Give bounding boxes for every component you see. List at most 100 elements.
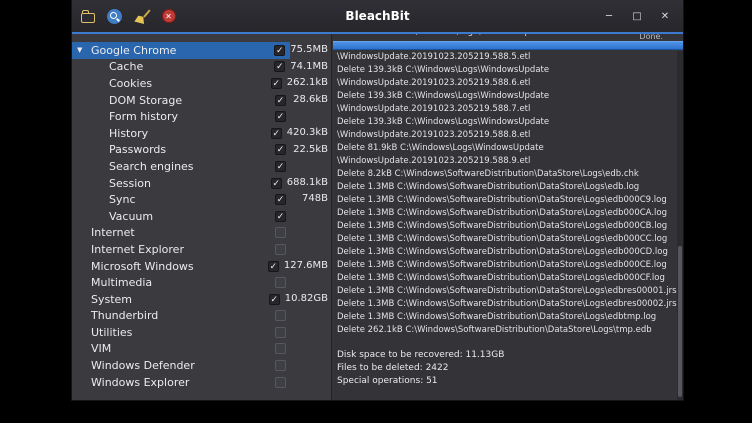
tree-item-size: 28.6kB xyxy=(291,92,331,109)
checkbox-passwords[interactable]: ✓ xyxy=(275,144,286,155)
checkbox-internet-explorer[interactable] xyxy=(275,244,286,255)
checkbox-sync[interactable]: ✓ xyxy=(275,194,286,205)
checkbox-search-engines[interactable]: ✓ xyxy=(275,161,286,172)
tree-item-label: Google Chrome xyxy=(91,44,176,57)
open-button[interactable] xyxy=(78,7,97,26)
log-line: Delete 8.2kB C:\Windows\SoftwareDistribu… xyxy=(332,168,683,181)
preview-button[interactable] xyxy=(105,7,124,26)
checkbox-cache[interactable]: ✓ xyxy=(274,61,285,72)
progress-accent-line xyxy=(72,32,683,34)
tree-row-session[interactable]: Session✓688.1kB xyxy=(72,175,331,192)
checkbox-multimedia[interactable] xyxy=(275,277,286,288)
tree-item-name-col: Windows Explorer xyxy=(72,374,291,391)
tree-row-vacuum[interactable]: Vacuum ✓ xyxy=(72,208,331,225)
tree-item-label: Utilities xyxy=(91,326,132,339)
tree-row-microsoft-windows[interactable]: Microsoft Windows ✓ 127.6MB xyxy=(72,258,331,275)
maximize-button[interactable]: □ xyxy=(623,11,651,22)
checkbox-dom-storage[interactable]: ✓ xyxy=(275,95,286,106)
tree-row-form-history[interactable]: Form history ✓ xyxy=(72,108,331,125)
checkbox-vacuum[interactable]: ✓ xyxy=(275,211,286,222)
checkbox-microsoft-windows[interactable]: ✓ xyxy=(268,261,279,272)
checkbox-windows-defender[interactable] xyxy=(275,360,286,371)
minimize-button[interactable]: ─ xyxy=(595,11,623,22)
tree-row-system[interactable]: System✓10.82GB xyxy=(72,291,331,308)
tree-item-size xyxy=(291,341,331,358)
tree-item-label: Microsoft Windows xyxy=(91,260,194,273)
tree-item-label: VIM xyxy=(91,342,111,355)
tree-row-thunderbird[interactable]: Thunderbird xyxy=(72,308,331,325)
tree-item-size xyxy=(291,225,331,242)
log-output[interactable]: Delete 139.3kB C:\Windows\Logs\WindowsUp… xyxy=(332,32,683,400)
desktop-background: { "window": { "title": "BleachBit", "con… xyxy=(0,0,752,423)
tree-row-multimedia[interactable]: Multimedia xyxy=(72,274,331,291)
tree-row-google-chrome[interactable]: ▼Google Chrome✓75.5MB xyxy=(72,42,331,59)
log-line: \WindowsUpdate.20191023.205219.588.9.etl xyxy=(332,155,683,168)
scrollbar-thumb[interactable] xyxy=(678,246,682,397)
tree-row-cookies[interactable]: Cookies ✓ 262.1kB xyxy=(72,75,331,92)
tree-item-name-col: Internet xyxy=(72,225,291,242)
tree-item-name-col: Passwords✓ xyxy=(72,142,291,159)
tree-row-vim[interactable]: VIM xyxy=(72,341,331,358)
tree-item-size: 420.3kB xyxy=(287,125,331,142)
checkbox-history[interactable]: ✓ xyxy=(271,128,282,139)
log-line: Delete 139.3kB C:\Windows\Logs\WindowsUp… xyxy=(332,116,683,129)
tree-item-label: Sync xyxy=(109,193,136,206)
tree-row-history[interactable]: History ✓ 420.3kB xyxy=(72,125,331,142)
checkbox-system[interactable]: ✓ xyxy=(269,294,280,305)
abort-button[interactable]: ✕ xyxy=(159,7,178,26)
checkbox-cookies[interactable]: ✓ xyxy=(271,78,282,89)
tree-item-label: History xyxy=(109,127,148,140)
tree-item-name-col: Sync ✓ xyxy=(72,191,291,208)
tree-row-internet[interactable]: Internet xyxy=(72,225,331,242)
tree-item-label: Windows Defender xyxy=(91,359,195,372)
page-title: BleachBit xyxy=(345,0,409,32)
close-button[interactable]: ✕ xyxy=(651,11,679,22)
log-line: \WindowsUpdate.20191023.205219.588.7.etl xyxy=(332,103,683,116)
tree-row-dom-storage[interactable]: DOM Storage✓28.6kB xyxy=(72,92,331,109)
tree-row-cache[interactable]: Cache✓74.1MB xyxy=(72,59,331,76)
tree-item-size: 748B xyxy=(291,191,331,208)
tree-row-internet-explorer[interactable]: Internet Explorer xyxy=(72,241,331,258)
titlebar[interactable]: ✕ BleachBit ─ □ ✕ xyxy=(72,0,683,33)
window-controls: ─ □ ✕ xyxy=(595,0,679,32)
tree-row-search-engines[interactable]: Search engines ✓ xyxy=(72,158,331,175)
log-line: Delete 1.3MB C:\Windows\SoftwareDistribu… xyxy=(332,220,683,233)
tree-row-sync[interactable]: Sync ✓ 748B xyxy=(72,191,331,208)
magnifier-icon xyxy=(107,9,122,24)
checkbox-vim[interactable] xyxy=(275,343,286,354)
checkbox-windows-explorer[interactable] xyxy=(275,377,286,388)
tree-item-name-col: DOM Storage✓ xyxy=(72,92,291,109)
checkbox-utilities[interactable] xyxy=(275,327,286,338)
log-line: Delete 1.3MB C:\Windows\SoftwareDistribu… xyxy=(332,246,683,259)
tree-item-size: 262.1kB xyxy=(287,75,331,92)
log-scrollbar[interactable] xyxy=(677,51,683,400)
summary-line: Special operations: 51 xyxy=(332,375,683,388)
checkbox-internet[interactable] xyxy=(275,227,286,238)
clean-button[interactable] xyxy=(132,7,151,26)
log-line: Delete 1.3MB C:\Windows\SoftwareDistribu… xyxy=(332,298,683,311)
tree-row-passwords[interactable]: Passwords✓22.5kB xyxy=(72,142,331,159)
checkbox-thunderbird[interactable] xyxy=(275,310,286,321)
tree-item-label: Search engines xyxy=(109,160,194,173)
tree-item-size: 127.6MB xyxy=(284,258,331,275)
tree-row-windows-defender[interactable]: Windows Defender xyxy=(72,357,331,374)
tree-row-utilities[interactable]: Utilities xyxy=(72,324,331,341)
tree-item-name-col: System✓ xyxy=(72,291,285,308)
broom-icon xyxy=(134,8,150,24)
tree-item-name-col: Session✓ xyxy=(72,175,287,192)
tree-item-size: 10.82GB xyxy=(285,291,331,308)
tree-item-size xyxy=(291,374,331,391)
checkbox-form-history[interactable]: ✓ xyxy=(275,111,286,122)
checkbox-session[interactable]: ✓ xyxy=(271,178,282,189)
tree-item-name-col: Internet Explorer xyxy=(72,241,291,258)
tree-item-label: Form history xyxy=(109,110,178,123)
expander-icon[interactable]: ▼ xyxy=(75,46,91,54)
tree-item-name-col: Microsoft Windows ✓ xyxy=(72,258,284,275)
tree-item-size: 22.5kB xyxy=(291,142,331,159)
checkbox-google-chrome[interactable]: ✓ xyxy=(274,45,285,56)
cleaner-tree[interactable]: ▼Google Chrome✓75.5MBCache✓74.1MBCookies… xyxy=(72,32,332,400)
log-line: Delete 1.3MB C:\Windows\SoftwareDistribu… xyxy=(332,207,683,220)
tree-item-label: Vacuum xyxy=(109,210,153,223)
tree-row-windows-explorer[interactable]: Windows Explorer xyxy=(72,374,331,391)
tree-item-label: Cookies xyxy=(109,77,152,90)
